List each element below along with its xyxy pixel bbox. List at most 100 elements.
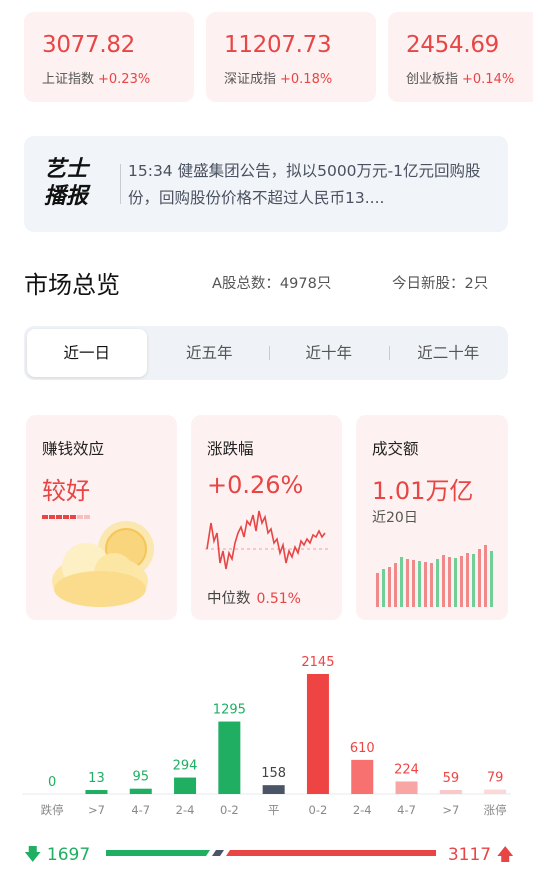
index-name: 深证成指	[224, 72, 277, 87]
arrow-down-icon: 🡇	[24, 845, 42, 865]
tab-label: 近二十年	[417, 344, 480, 362]
bar-value-label: 79	[487, 771, 504, 786]
distribution-bar[interactable]	[218, 721, 241, 794]
turnover-mini-bar	[388, 567, 391, 607]
arrow-up-icon: 🡅	[496, 845, 514, 865]
tab-5y[interactable]: 近五年	[150, 326, 270, 380]
turnover-mini-bar	[472, 554, 475, 607]
bar-value-label: 158	[261, 766, 286, 781]
sentiment-card[interactable]: 赚钱效应 较好	[26, 415, 177, 620]
turnover-mini-bar	[478, 549, 481, 607]
news-logo: 艺士 播报	[44, 156, 104, 210]
turnover-mini-bar	[460, 556, 463, 607]
new-share-count: 今日新股：2只	[392, 276, 489, 292]
breadth-ratio-bar	[106, 850, 436, 856]
turnover-mini-bar	[436, 559, 439, 607]
bar-value-label: 224	[394, 762, 419, 777]
turnover-mini-bar	[418, 561, 421, 607]
sentiment-value: 较好	[42, 477, 90, 505]
category-label: >7	[442, 803, 459, 817]
index-change: +0.14%	[462, 72, 515, 87]
index-value: 2454.69	[406, 32, 500, 58]
bar-value-label: 59	[443, 771, 460, 786]
category-label: 平	[268, 803, 280, 817]
distribution-bar[interactable]	[439, 790, 462, 794]
distribution-bar[interactable]	[484, 789, 507, 794]
index-card-chinext[interactable]: 2454.69 创业板指 +0.14%	[388, 12, 533, 102]
turnover-mini-bar	[430, 563, 433, 607]
distribution-bar[interactable]	[129, 788, 152, 794]
category-label: 跌停	[41, 803, 64, 817]
turnover-card[interactable]: 成交额 1.01万亿 近20日	[356, 415, 508, 620]
median-label: 中位数	[207, 591, 251, 607]
median-value: 0.51%	[256, 591, 301, 607]
turnover-mini-bar	[448, 557, 451, 607]
bar-value-label: 1295	[213, 703, 246, 718]
bar-value-label: 294	[173, 759, 198, 774]
index-card-shanghai[interactable]: 3077.82 上证指数 +0.23%	[24, 12, 194, 102]
distribution-bar[interactable]	[174, 777, 197, 794]
index-name: 创业板指	[406, 72, 459, 87]
tab-10y[interactable]: 近十年	[269, 326, 389, 380]
bar-value-label: 95	[132, 770, 149, 785]
news-banner[interactable]: 艺士 播报 15:34 健盛集团公告，拟以5000万元-1亿元回购股份，回购股份…	[24, 136, 508, 232]
turnover-mini-bar	[382, 569, 385, 607]
change-distribution-chart: 0 跌停 13 >7 95 4-7 294 2-4 1295 0-2 158 平 2145 0-2 610 2…	[22, 655, 511, 817]
turnover-mini-bar	[400, 557, 403, 607]
a-share-count: A股总数：4978只	[212, 276, 332, 292]
card-title: 涨跌幅	[207, 440, 254, 458]
distribution-bar[interactable]	[85, 790, 108, 794]
turnover-mini-bar	[406, 559, 409, 607]
turnover-mini-bar	[376, 573, 379, 607]
distribution-bar[interactable]	[395, 781, 418, 794]
turnover-mini-bar	[424, 562, 427, 607]
advancers-count: 3117	[447, 845, 492, 865]
turnover-mini-bar	[394, 563, 397, 607]
category-label: 4-7	[397, 803, 416, 817]
turnover-mini-bars	[376, 545, 493, 607]
tab-label: 近五年	[185, 344, 233, 362]
turnover-mini-bar	[454, 558, 457, 607]
card-title: 赚钱效应	[42, 440, 105, 458]
index-value: 11207.73	[224, 32, 332, 58]
sun-cloud-icon	[52, 521, 154, 607]
category-label: 涨停	[484, 803, 507, 817]
category-label: 2-4	[353, 803, 372, 817]
category-label: 4-7	[131, 803, 150, 817]
change-card[interactable]: 涨跌幅 +0.26% 中位数 0.51%	[191, 415, 342, 620]
turnover-value: 1.01万亿	[372, 477, 474, 505]
turnover-mini-bar	[412, 560, 415, 607]
period-tabs: 近一日 近五年 近十年 近二十年	[24, 326, 508, 380]
news-logo-line2: 播报	[44, 184, 89, 209]
turnover-mini-bar	[484, 545, 487, 607]
category-label: 2-4	[176, 803, 195, 817]
turnover-period: 近20日	[372, 510, 418, 526]
category-label: >7	[88, 803, 105, 817]
index-card-shenzhen[interactable]: 11207.73 深证成指 +0.18%	[206, 12, 376, 102]
bar-value-label: 13	[88, 771, 105, 786]
index-value: 3077.82	[42, 32, 136, 58]
news-text: 15:34 健盛集团公告，拟以5000万元-1亿元回购股份，回购股份价格不超过人…	[128, 162, 481, 207]
turnover-mini-bar	[466, 553, 469, 607]
bar-value-label: 0	[48, 775, 56, 790]
bar-value-label: 2145	[301, 655, 334, 670]
tab-separator	[388, 346, 390, 360]
bar-value-label: 610	[350, 741, 375, 756]
category-label: 0-2	[309, 803, 328, 817]
category-label: 0-2	[220, 803, 239, 817]
change-value: +0.26%	[207, 471, 304, 499]
news-logo-line1: 艺士	[44, 157, 89, 182]
distribution-bar[interactable]	[351, 759, 374, 794]
tab-1d[interactable]: 近一日	[27, 329, 147, 377]
index-cards: 3077.82 上证指数 +0.23% 11207.73 深证成指 +0.18% 2…	[24, 12, 533, 102]
distribution-bar[interactable]	[306, 674, 329, 794]
news-divider	[120, 164, 121, 204]
breadth-bar: 🡇 1697 3117 🡅	[24, 838, 514, 868]
turnover-mini-bar	[490, 551, 493, 607]
index-change: +0.18%	[280, 72, 333, 87]
index-name: 上证指数	[42, 72, 95, 87]
distribution-bar[interactable]	[262, 785, 285, 794]
tab-separator	[269, 346, 270, 360]
tab-20y[interactable]: 近二十年	[388, 326, 509, 380]
section-title: 市场总览	[24, 271, 120, 299]
